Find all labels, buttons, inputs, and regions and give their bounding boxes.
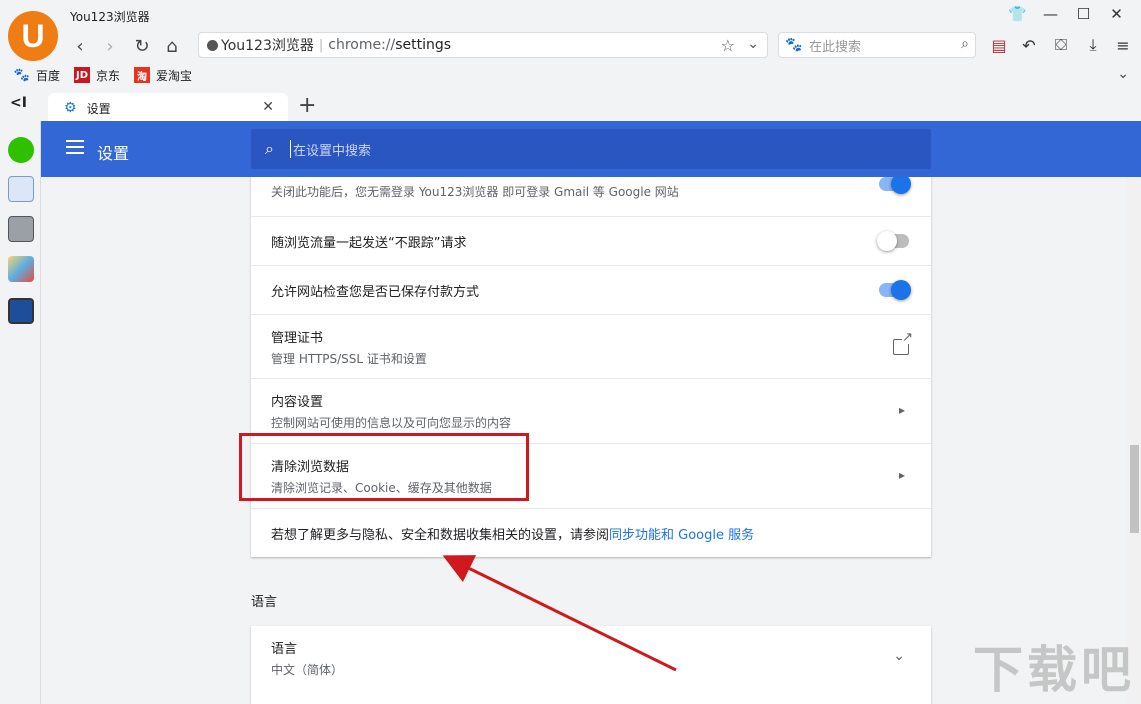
watermark-logo: 下载吧 xyxy=(973,641,1135,699)
annotation-arrow xyxy=(442,555,677,672)
